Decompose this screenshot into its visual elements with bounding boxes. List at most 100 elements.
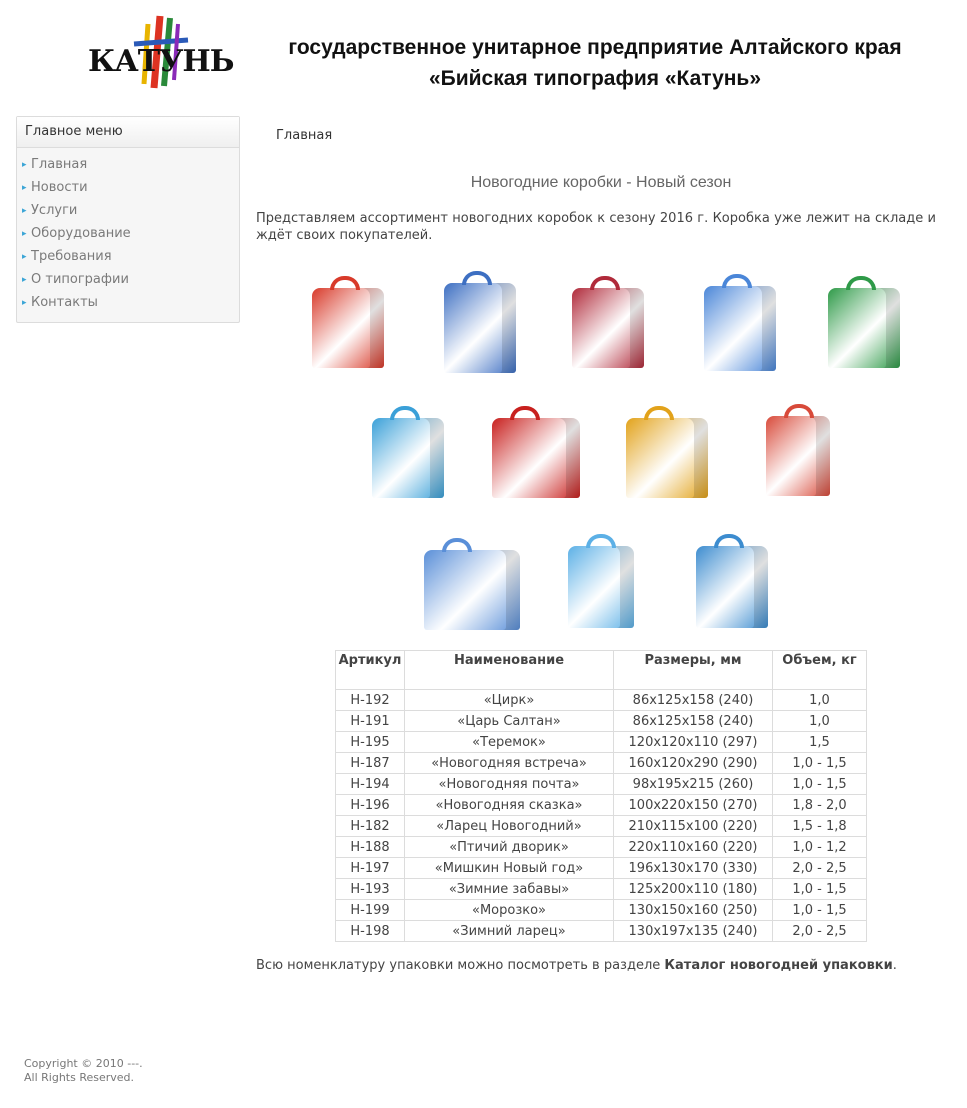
copyright-line-1: Copyright © 2010 ---. — [24, 1057, 143, 1070]
product-image[interactable] — [444, 271, 516, 373]
main-menu-panel: Главное меню ▸ Главная ▸ Новости ▸ Услуги ▸… — [16, 116, 240, 323]
site-title-line-1: государственное унитарное предприятие Ал… — [288, 36, 902, 59]
main-menu: ▸ Главная ▸ Новости ▸ Услуги ▸ Оборудование … — [17, 148, 239, 314]
menu-item-requirements[interactable]: ▸ Требования — [17, 245, 239, 268]
product-image[interactable] — [766, 404, 830, 496]
table-cell: Н-198 — [335, 920, 405, 942]
table-cell: 98х195х215 (260) — [613, 773, 773, 795]
catalog-note: Всю номенклатуру упаковки можно посмотре… — [256, 958, 897, 973]
menu-item-label: Контакты — [31, 295, 98, 310]
menu-item-about[interactable]: ▸ О типографии — [17, 268, 239, 291]
table-cell: 100х220х150 (270) — [613, 794, 773, 816]
table-cell: 2,0 - 2,5 — [772, 857, 867, 879]
article-intro: Представляем ассортимент новогодних коро… — [256, 211, 936, 243]
table-cell: «Теремок» — [404, 731, 614, 753]
site-title-line-2: «Бийская типография «Катунь» — [428, 67, 762, 90]
table-cell: 1,8 - 2,0 — [772, 794, 867, 816]
table-row: Н-192 «Цирк» 86х125х158 (240) 1,0 — [335, 689, 867, 711]
table-row: Н-191 «Царь Салтан» 86х125х158 (240) 1,0 — [335, 710, 867, 732]
product-image[interactable] — [312, 276, 384, 368]
menu-item-label: Услуги — [31, 203, 78, 218]
table-cell: 210х115х100 (220) — [613, 815, 773, 837]
column-header: Размеры, мм — [613, 650, 773, 690]
table-row: Н-182 «Ларец Новогодний» 210х115х100 (220)… — [335, 815, 867, 837]
table-cell: «Цирк» — [404, 689, 614, 711]
product-image[interactable] — [424, 538, 520, 630]
table-row: Н-195 «Теремок» 120х120х110 (297) 1,5 — [335, 731, 867, 753]
menu-item-label: Оборудование — [31, 226, 131, 241]
bullet-icon: ▸ — [22, 275, 27, 285]
table-cell: 86х125х158 (240) — [613, 689, 773, 711]
table-cell: 1,5 — [772, 731, 867, 753]
menu-item-label: Новости — [31, 180, 88, 195]
table-cell: «Зимний ларец» — [404, 920, 614, 942]
table-cell: Н-191 — [335, 710, 405, 732]
table-cell: Н-199 — [335, 899, 405, 921]
table-row: Н-194 «Новогодняя почта» 98х195х215 (260) 1… — [335, 773, 867, 795]
menu-item-home[interactable]: ▸ Главная — [17, 153, 239, 176]
bullet-icon: ▸ — [22, 298, 27, 308]
column-header: Артикул — [335, 650, 405, 690]
table-cell: Н-192 — [335, 689, 405, 711]
product-image[interactable] — [626, 406, 708, 498]
table-row: Н-199 «Морозко» 130х150х160 (250) 1,0 - 1,5 — [335, 899, 867, 921]
table-cell: Н-193 — [335, 878, 405, 900]
table-cell: «Зимние забавы» — [404, 878, 614, 900]
table-cell: Н-195 — [335, 731, 405, 753]
table-cell: Н-188 — [335, 836, 405, 858]
table-cell: 1,0 - 1,5 — [772, 752, 867, 774]
table-cell: Н-196 — [335, 794, 405, 816]
table-cell: «Морозко» — [404, 899, 614, 921]
logo-text: КАТУНЬ — [88, 44, 234, 79]
main-menu-title: Главное меню — [17, 117, 239, 148]
menu-item-label: Главная — [31, 157, 88, 172]
product-image[interactable] — [696, 534, 768, 628]
product-table: Артикул Наименование Размеры, мм Объем, … — [335, 650, 867, 942]
menu-item-news[interactable]: ▸ Новости — [17, 176, 239, 199]
table-cell: 1,0 - 1,5 — [772, 878, 867, 900]
menu-item-label: О типографии — [31, 272, 129, 287]
table-cell: 1,0 - 1,5 — [772, 899, 867, 921]
product-image[interactable] — [372, 406, 444, 498]
table-row: Н-196 «Новогодняя сказка» 100х220х150 (270… — [335, 794, 867, 816]
table-cell: 1,0 — [772, 689, 867, 711]
column-header: Наименование — [404, 650, 614, 690]
bullet-icon: ▸ — [22, 160, 27, 170]
menu-item-equipment[interactable]: ▸ Оборудование — [17, 222, 239, 245]
table-cell: 130х150х160 (250) — [613, 899, 773, 921]
table-cell: «Мишкин Новый год» — [404, 857, 614, 879]
table-body: Н-192 «Цирк» 86х125х158 (240) 1,0 Н-191 «Царь… — [335, 689, 867, 942]
breadcrumb[interactable]: Главная — [276, 128, 332, 143]
catalog-link[interactable]: Каталог новогодней упаковки — [664, 958, 892, 973]
table-cell: «Царь Салтан» — [404, 710, 614, 732]
product-image[interactable] — [704, 274, 776, 371]
product-image[interactable] — [572, 276, 644, 368]
bullet-icon: ▸ — [22, 183, 27, 193]
product-gallery — [256, 268, 946, 638]
table-cell: «Новогодняя встреча» — [404, 752, 614, 774]
copyright: Copyright © 2010 ---. All Rights Reserve… — [24, 1057, 143, 1085]
table-cell: 120х120х110 (297) — [613, 731, 773, 753]
copyright-line-2: All Rights Reserved. — [24, 1071, 135, 1084]
site-logo[interactable]: КАТУНЬ — [88, 14, 234, 90]
table-cell: 125х200х110 (180) — [613, 878, 773, 900]
table-cell: 160х120х290 (290) — [613, 752, 773, 774]
menu-item-contacts[interactable]: ▸ Контакты — [17, 291, 239, 314]
table-cell: «Ларец Новогодний» — [404, 815, 614, 837]
column-header: Объем, кг — [772, 650, 867, 690]
product-image[interactable] — [828, 276, 900, 368]
bullet-icon: ▸ — [22, 252, 27, 262]
table-cell: 130х197х135 (240) — [613, 920, 773, 942]
table-header-row: Артикул Наименование Размеры, мм Объем, … — [335, 650, 867, 690]
table-cell: 1,5 - 1,8 — [772, 815, 867, 837]
menu-item-label: Требования — [31, 249, 112, 264]
product-image[interactable] — [492, 406, 580, 498]
table-row: Н-188 «Птичий дворик» 220х110х160 (220) 1,0… — [335, 836, 867, 858]
table-cell: 220х110х160 (220) — [613, 836, 773, 858]
table-cell: 86х125х158 (240) — [613, 710, 773, 732]
catalog-note-text: Всю номенклатуру упаковки можно посмотре… — [256, 958, 665, 973]
table-cell: Н-194 — [335, 773, 405, 795]
product-image[interactable] — [568, 534, 634, 628]
menu-item-services[interactable]: ▸ Услуги — [17, 199, 239, 222]
table-row: Н-197 «Мишкин Новый год» 196х130х170 (330)… — [335, 857, 867, 879]
